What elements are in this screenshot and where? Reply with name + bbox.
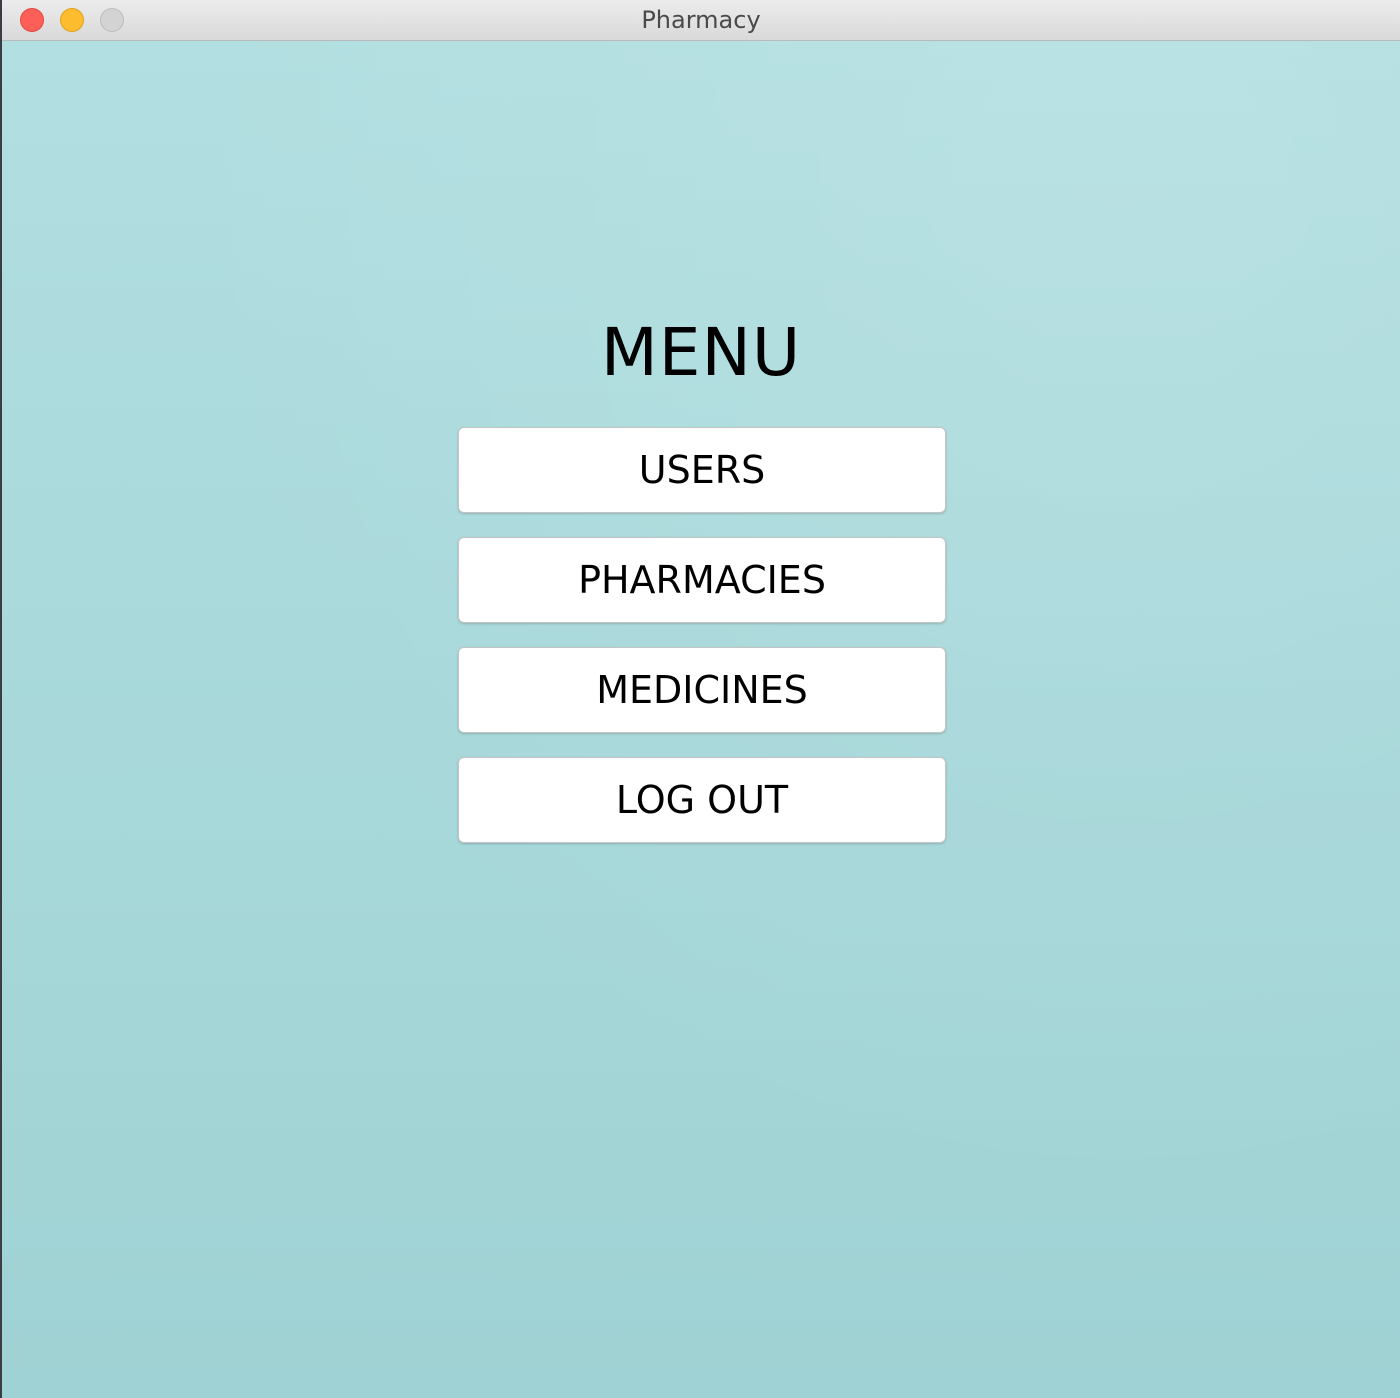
medicines-button[interactable]: MEDICINES xyxy=(458,647,946,733)
menu-screen: MENU USERS PHARMACIES MEDICINES LOG OUT xyxy=(2,41,1400,1398)
users-button[interactable]: USERS xyxy=(458,427,946,513)
pharmacies-button[interactable]: PHARMACIES xyxy=(458,537,946,623)
app-window: Pharmacy MENU USERS PHARMACIES MEDICINES… xyxy=(0,0,1400,1398)
window-title: Pharmacy xyxy=(641,6,761,34)
menu-heading: MENU xyxy=(600,314,802,391)
title-bar[interactable]: Pharmacy xyxy=(2,0,1400,41)
log-out-button[interactable]: LOG OUT xyxy=(458,757,946,843)
